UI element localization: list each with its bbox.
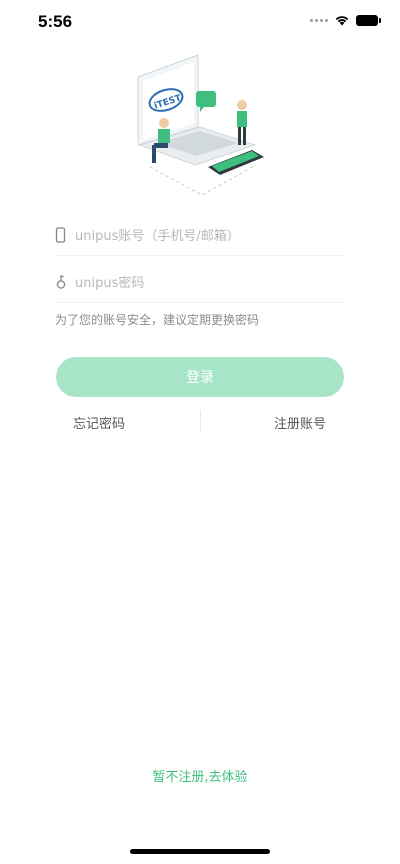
- phone-field: [55, 215, 344, 256]
- password-input[interactable]: [73, 270, 337, 296]
- security-hint: 为了您的账号安全，建议定期更换密码: [55, 313, 260, 327]
- forgot-password-link[interactable]: 忘记密码: [73, 413, 125, 432]
- wifi-icon: [335, 16, 349, 26]
- signal-icon: [310, 18, 328, 22]
- login-button[interactable]: 登录: [56, 357, 344, 397]
- battery-icon: [356, 14, 381, 26]
- status-icons: [310, 14, 381, 26]
- try-without-register-link[interactable]: 暂不注册,去体验: [0, 766, 400, 785]
- links-divider: [200, 410, 201, 432]
- status-time: 5:56: [38, 12, 73, 31]
- status-bar: 5:56: [0, 0, 400, 44]
- phone-input[interactable]: [73, 223, 337, 249]
- home-indicator: [130, 849, 270, 854]
- password-field: [55, 262, 344, 303]
- laptop-illustration: iTEST: [137, 54, 264, 196]
- register-link[interactable]: 注册账号: [274, 413, 326, 432]
- phone-icon: [55, 227, 66, 243]
- key-icon: [56, 275, 66, 289]
